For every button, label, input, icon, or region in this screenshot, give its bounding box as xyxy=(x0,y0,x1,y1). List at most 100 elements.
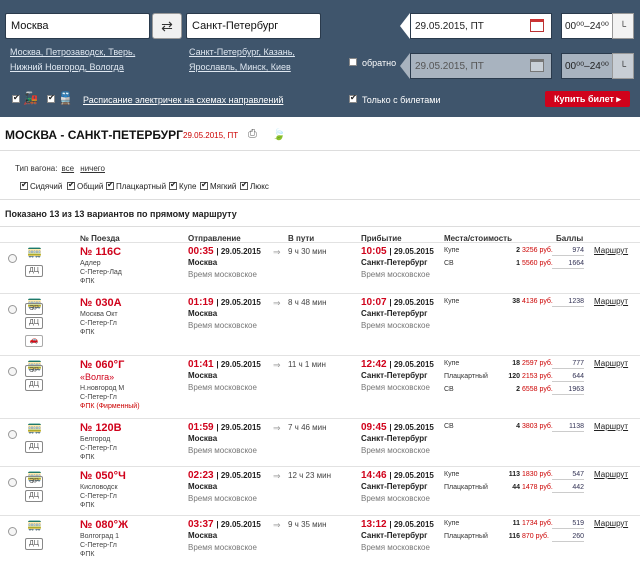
seat-class-row[interactable]: Плацкартный 116 870 руб. xyxy=(444,533,549,540)
points-value: 547 xyxy=(552,471,584,480)
filter-platzkart[interactable]: Плацкартный xyxy=(106,180,166,191)
seat-class-row[interactable]: Купе 113 1830 руб. xyxy=(444,471,553,478)
buy-ticket-button[interactable]: Купить билет ▸ xyxy=(545,91,630,107)
travel-time: 9 ч 30 мин xyxy=(288,247,327,256)
route-link[interactable]: Маршрут xyxy=(594,519,628,528)
select-radio[interactable] xyxy=(8,367,17,376)
train-info: ФПК xyxy=(80,278,95,285)
train-number[interactable]: № 116С xyxy=(80,246,121,258)
return-label: обратно xyxy=(362,58,397,68)
arrival-station: Санкт-Петербург xyxy=(361,434,428,443)
time-range[interactable]: 00⁰⁰–24⁰⁰ xyxy=(561,13,613,39)
train-info: С-Петер-Гл xyxy=(80,445,117,452)
points-value: 519 xyxy=(552,520,584,529)
select-radio[interactable] xyxy=(8,527,17,536)
electric-train-checkbox[interactable] xyxy=(12,93,20,103)
arrival-time: 10:07 | 29.05.2015 xyxy=(361,297,434,308)
arrival-time: 09:45 | 29.05.2015 xyxy=(361,422,434,433)
select-all-link[interactable]: все xyxy=(61,164,74,173)
train-info: ФПК xyxy=(80,454,95,461)
select-radio[interactable] xyxy=(8,254,17,263)
print-icon[interactable]: ⎙ xyxy=(248,128,257,141)
seat-class-row[interactable]: СВ 1 5560 руб. xyxy=(444,260,553,267)
from-input[interactable]: Москва xyxy=(5,13,150,39)
route-link[interactable]: Маршрут xyxy=(594,470,628,479)
filter-soft[interactable]: Мягкий xyxy=(200,180,236,191)
train-number[interactable]: № 120В xyxy=(80,422,122,434)
arrow-icon: ⇒ xyxy=(273,471,281,481)
train-info: С-Петер-Гл xyxy=(80,542,117,549)
seat-class-row[interactable]: СВ 2 6558 руб. xyxy=(444,386,553,393)
departure-station: Москва xyxy=(188,258,218,267)
select-radio[interactable] xyxy=(8,305,17,314)
arrival-time: 13:12 | 29.05.2015 xyxy=(361,519,434,530)
seat-class-row[interactable]: Купе 11 1734 руб. xyxy=(444,520,553,527)
service-badge: ДЦ xyxy=(25,265,43,277)
travel-time: 11 ч 1 мин xyxy=(288,360,326,369)
seat-class-row[interactable]: Купе 38 4136 руб. xyxy=(444,298,553,305)
seat-class-row[interactable]: Купе 18 2597 руб. xyxy=(444,360,553,367)
train-info: С-Петер-Гл xyxy=(80,394,117,401)
arrival-station: Санкт-Петербург xyxy=(361,371,428,380)
return-time-picker-button[interactable]: └ xyxy=(612,53,634,79)
route-link[interactable]: Маршрут xyxy=(594,422,628,431)
departure-station: Москва xyxy=(188,531,218,540)
points-value: 1238 xyxy=(552,298,584,307)
service-badge: ЭР xyxy=(25,365,43,377)
to-input[interactable]: Санкт-Петербург xyxy=(186,13,321,39)
departure-tz: Время московское xyxy=(188,446,257,455)
select-none-link[interactable]: ничего xyxy=(80,164,105,173)
seat-class-row[interactable]: СВ 4 3803 руб. xyxy=(444,423,553,430)
arrival-tz: Время московское xyxy=(361,543,430,552)
departure-time: 00:35 | 29.05.2015 xyxy=(188,246,261,257)
route-link[interactable]: Маршрут xyxy=(594,359,628,368)
points-value: 1138 xyxy=(552,423,584,432)
car-type-filter: Тип вагона: все ничего xyxy=(15,164,105,173)
return-checkbox[interactable] xyxy=(349,58,357,66)
route-date: 29.05.2015, ПТ xyxy=(183,131,239,140)
arrival-tz: Время московское xyxy=(361,446,430,455)
train-info: Москва Окт xyxy=(80,311,118,318)
schedule-link[interactable]: Расписание электричек на схемах направле… xyxy=(83,95,283,105)
filter-common[interactable]: Общий xyxy=(67,180,103,191)
train-number[interactable]: № 060°Г xyxy=(80,359,124,371)
from-suggestions[interactable]: Москва, Петрозаводск, Тверь, Нижний Новго… xyxy=(10,45,135,75)
suburban-checkbox[interactable] xyxy=(47,93,55,103)
route-link[interactable]: Маршрут xyxy=(594,246,628,255)
leaf-icon[interactable]: 🍃 xyxy=(272,128,286,141)
seat-class-row[interactable]: Плацкартный 44 1478 руб. xyxy=(444,484,553,491)
filter-seated[interactable]: Сидячий xyxy=(20,180,62,191)
train-number[interactable]: № 080°Ж xyxy=(80,519,128,531)
train-icon: 🚂 xyxy=(23,91,38,105)
filter-kupe[interactable]: Купе xyxy=(169,180,196,191)
car-icon: 🚗 xyxy=(25,335,43,347)
suburban-train-icon: 🚆 xyxy=(58,91,73,105)
time-picker-button[interactable]: └ xyxy=(612,13,634,39)
service-badge: ЭР xyxy=(25,476,43,488)
return-time-range[interactable]: 00⁰⁰–24⁰⁰ xyxy=(561,53,613,79)
service-badge: ДЦ xyxy=(25,379,43,391)
locomotive-icon: 🚃 xyxy=(27,517,42,531)
arrival-station: Санкт-Петербург xyxy=(361,482,428,491)
train-name: «Волга» xyxy=(80,372,115,382)
travel-time: 12 ч 23 мин xyxy=(288,471,332,480)
select-radio[interactable] xyxy=(8,430,17,439)
route-link[interactable]: Маршрут xyxy=(594,297,628,306)
filter-lux[interactable]: Люкс xyxy=(240,180,269,191)
swap-arrows-icon[interactable]: ⇄ xyxy=(152,13,182,39)
seat-class-row[interactable]: Плацкартный 120 2153 руб. xyxy=(444,373,553,380)
train-number[interactable]: № 050°Ч xyxy=(80,470,126,482)
arrival-tz: Время московское xyxy=(361,494,430,503)
to-suggestions[interactable]: Санкт-Петербург, Казань, Ярославль, Минск… xyxy=(189,45,295,75)
service-badge: ДЦ xyxy=(25,538,43,550)
seat-class-row[interactable]: Купе 2 3256 руб. xyxy=(444,247,553,254)
points-value: 644 xyxy=(552,373,584,382)
select-radio[interactable] xyxy=(8,478,17,487)
arrival-tz: Время московское xyxy=(361,383,430,392)
only-tickets-checkbox[interactable] xyxy=(349,93,357,103)
points-value: 442 xyxy=(552,484,584,493)
train-info: ФПК xyxy=(80,502,95,509)
calendar-icon[interactable] xyxy=(530,19,544,32)
train-number[interactable]: № 030А xyxy=(80,297,122,309)
points-value: 260 xyxy=(552,533,584,542)
